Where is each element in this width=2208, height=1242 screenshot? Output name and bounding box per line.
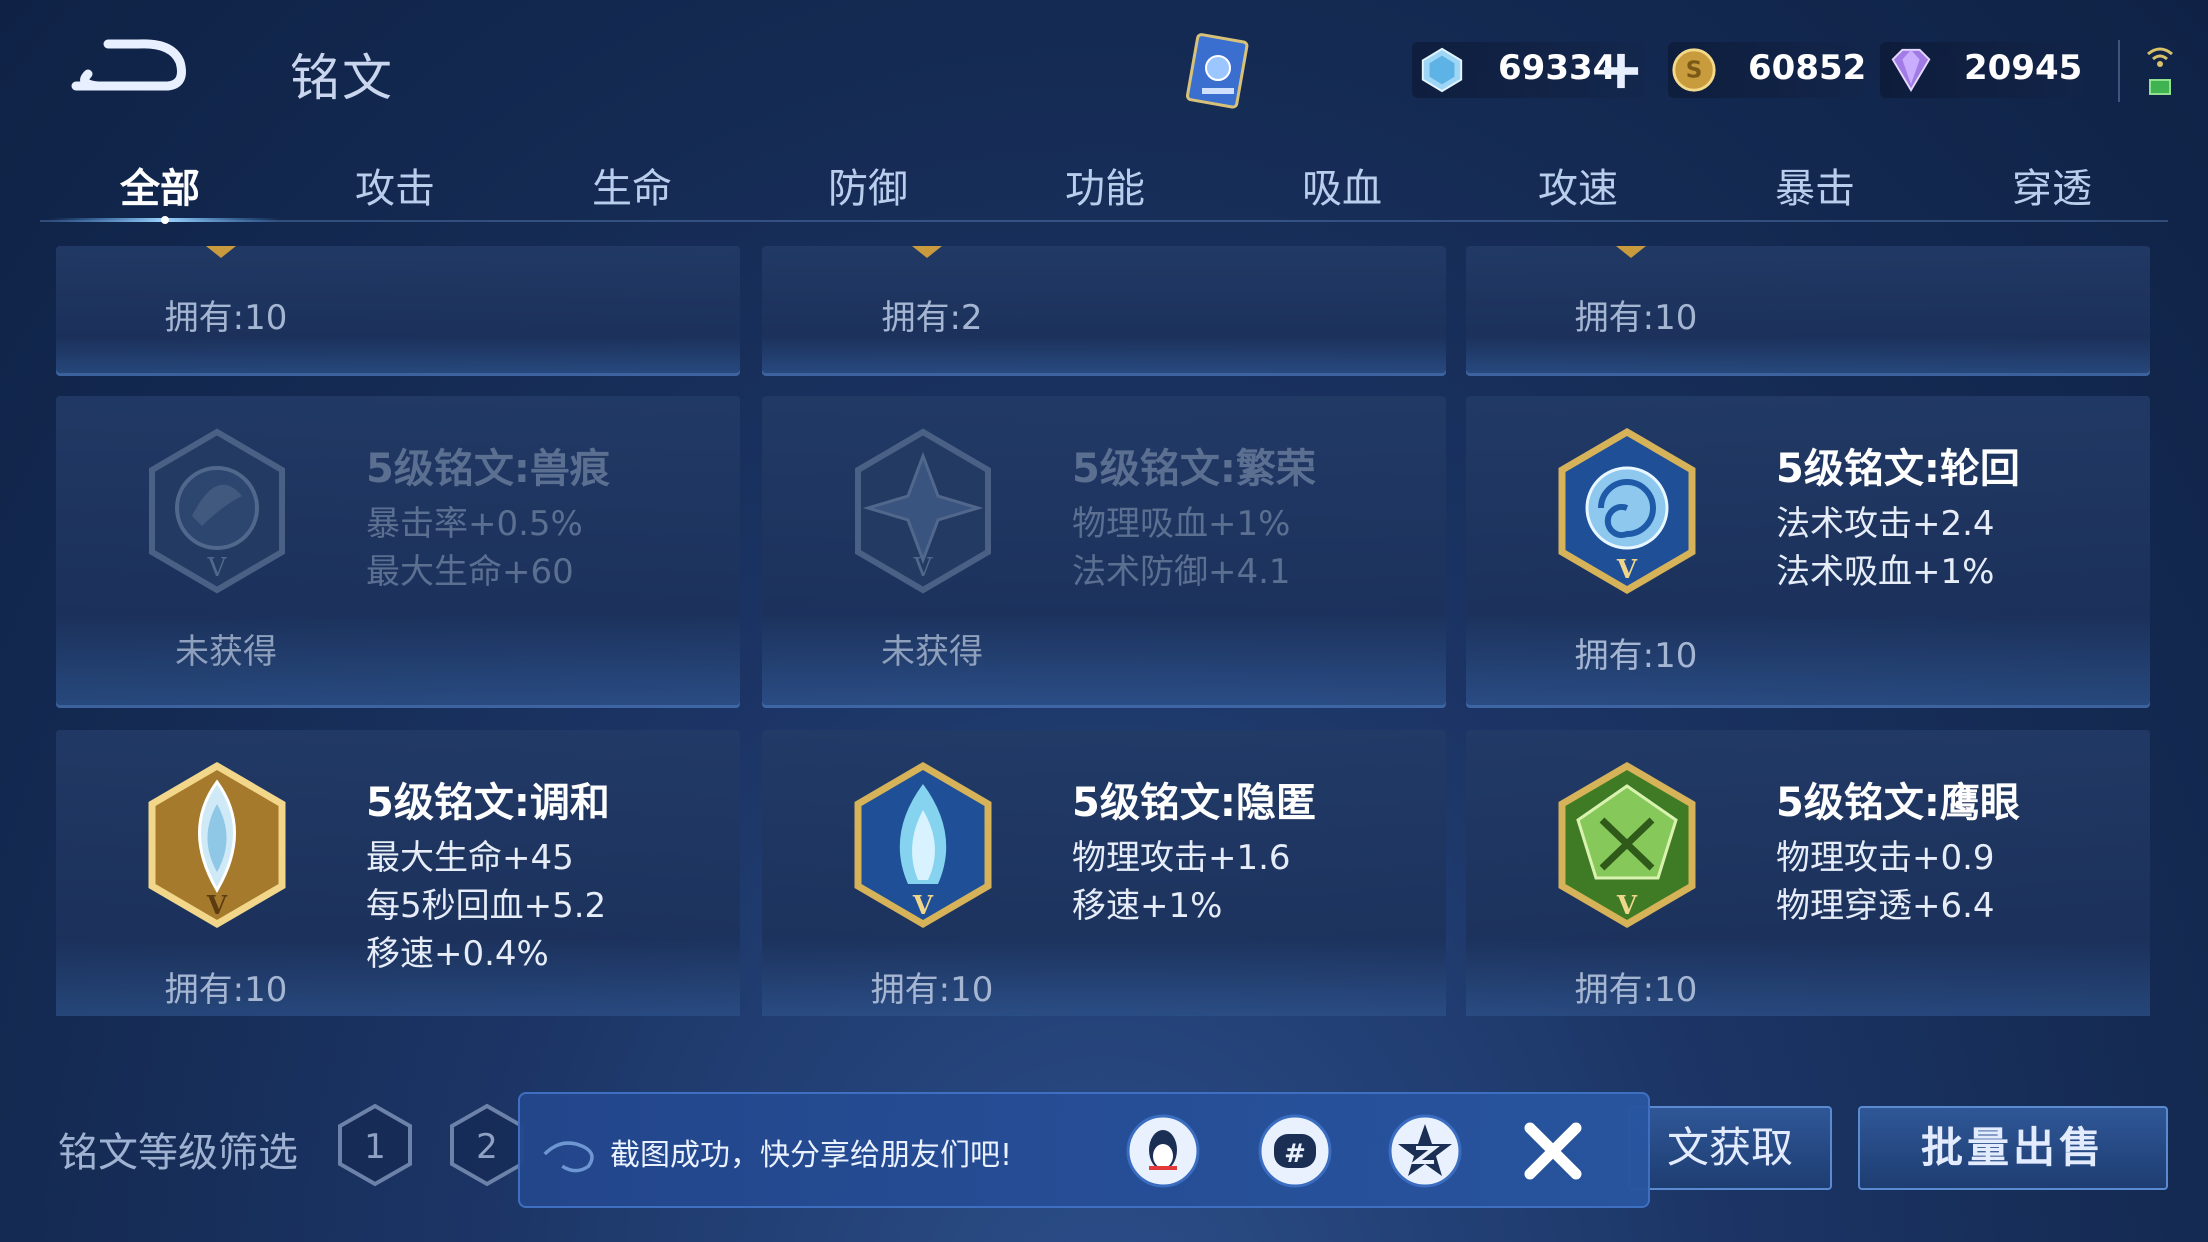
tab-attack-speed[interactable]: 攻速 bbox=[1478, 156, 1678, 214]
inscription-attr: 每5秒回血+5.2 bbox=[366, 886, 607, 926]
inscription-name: 5级铭文:隐匿 bbox=[1072, 780, 1316, 826]
gem-counter: 20945 bbox=[1880, 42, 2084, 98]
inscription-attr: 物理攻击+0.9 bbox=[1776, 838, 1995, 878]
svg-text:V: V bbox=[913, 553, 934, 583]
inscription-card-yingyan[interactable]: V 5级铭文:鹰眼 物理攻击+0.9 物理穿透+6.4 拥有:10 bbox=[1466, 730, 2150, 1016]
inscription-name: 5级铭文:繁荣 bbox=[1072, 446, 1316, 492]
add-currency-icon[interactable] bbox=[1602, 52, 1640, 90]
diamond-counter: 69334 bbox=[1412, 42, 1644, 98]
svg-text:V: V bbox=[206, 891, 228, 921]
owned-count: 拥有:2 bbox=[881, 298, 983, 338]
inscription-name: 5级铭文:兽痕 bbox=[366, 446, 610, 492]
inscription-card[interactable]: 拥有:2 bbox=[762, 246, 1446, 376]
inscription-name: 5级铭文:轮回 bbox=[1776, 446, 2020, 492]
inscription-card-tiaohe[interactable]: V 5级铭文:调和 最大生命+45 每5秒回血+5.2 移速+0.4% 拥有:1… bbox=[56, 730, 740, 1016]
bulk-sell-button[interactable]: 批量出售 bbox=[1858, 1106, 2168, 1190]
inscription-attr: 暴击率+0.5% bbox=[366, 504, 583, 544]
network-battery-icon bbox=[2147, 47, 2173, 95]
toast-message: 截图成功，快分享给朋友们吧! bbox=[610, 1138, 1013, 1173]
inscription-icon-fanrong: V bbox=[855, 428, 991, 594]
inscription-attr: 法术吸血+1% bbox=[1776, 552, 1995, 592]
inscription-attr: 物理吸血+1% bbox=[1072, 504, 1291, 544]
tab-critical[interactable]: 暴击 bbox=[1715, 156, 1915, 214]
diamond-value: 69334 bbox=[1498, 48, 1617, 88]
inscription-card-lunhui[interactable]: V 5级铭文:轮回 法术攻击+2.4 法术吸血+1% 拥有:10 bbox=[1466, 396, 2150, 708]
inscription-card-shouhen[interactable]: V 5级铭文:兽痕 暴击率+0.5% 最大生命+60 未获得 bbox=[56, 396, 740, 708]
tab-attack[interactable]: 攻击 bbox=[295, 156, 495, 214]
crystal-icon bbox=[1421, 47, 1463, 93]
qzone-icon[interactable] bbox=[1386, 1112, 1464, 1190]
owned-count: 拥有:10 bbox=[870, 970, 994, 1010]
category-tabs: 全部 攻击 生命 防御 功能 吸血 攻速 暴击 穿透 bbox=[40, 150, 2168, 230]
inscription-icon-yinni: V bbox=[854, 761, 992, 929]
tab-defense[interactable]: 防御 bbox=[768, 156, 968, 214]
tab-penetration[interactable]: 穿透 bbox=[1952, 156, 2152, 214]
active-tab-indicator bbox=[50, 216, 280, 224]
inscription-icon bbox=[206, 246, 236, 258]
inscription-attr: 物理穿透+6.4 bbox=[1776, 886, 1995, 926]
inscription-attr: 最大生命+60 bbox=[366, 552, 574, 592]
inscription-attr: 物理攻击+1.6 bbox=[1072, 838, 1291, 878]
back-arrow-icon[interactable] bbox=[68, 34, 188, 96]
inscription-attr: 最大生命+45 bbox=[366, 838, 574, 878]
svg-text:#: # bbox=[1284, 1139, 1306, 1169]
header-divider bbox=[2118, 40, 2120, 102]
purple-gem-icon bbox=[1891, 48, 1931, 93]
screenshot-share-toast: 截图成功，快分享给朋友们吧! # bbox=[518, 1092, 1650, 1208]
owned-count: 拥有:10 bbox=[164, 970, 288, 1010]
inscription-icon-tiaohe: V bbox=[148, 761, 286, 929]
gold-value: 60852 bbox=[1748, 48, 1867, 88]
inscription-card[interactable]: 拥有:10 bbox=[1466, 246, 2150, 376]
inscription-name: 5级铭文:鹰眼 bbox=[1776, 780, 2020, 826]
inscription-icon bbox=[1616, 246, 1646, 258]
owned-status: 未获得 bbox=[175, 632, 277, 672]
inscription-icon-yingyan: V bbox=[1558, 761, 1696, 929]
inscription-attr: 法术攻击+2.4 bbox=[1776, 504, 1995, 544]
get-inscription-button[interactable]: 文获取 bbox=[1628, 1106, 1832, 1190]
svg-text:S: S bbox=[1686, 58, 1703, 84]
svg-text:V: V bbox=[912, 891, 934, 921]
owned-count: 拥有:10 bbox=[1574, 298, 1698, 338]
inscription-name: 5级铭文:调和 bbox=[366, 780, 610, 826]
level-filter-1[interactable]: 1 bbox=[336, 1102, 414, 1188]
inscription-icon bbox=[912, 246, 942, 258]
level-filter-2[interactable]: 2 bbox=[448, 1102, 526, 1188]
wechat-moments-icon[interactable]: # bbox=[1256, 1112, 1334, 1190]
inscription-attr: 移速+1% bbox=[1072, 886, 1223, 926]
inscription-card[interactable]: 拥有:10 bbox=[56, 246, 740, 376]
inscription-card-fanrong[interactable]: V 5级铭文:繁荣 物理吸血+1% 法术防御+4.1 未获得 bbox=[762, 396, 1446, 708]
inscription-icon-lunhui: V bbox=[1558, 427, 1696, 595]
inscription-card-yinni[interactable]: V 5级铭文:隐匿 物理攻击+1.6 移速+1% 拥有:10 bbox=[762, 730, 1446, 1016]
gold-coin-icon: S bbox=[1672, 48, 1716, 92]
gem-value: 20945 bbox=[1964, 48, 2083, 88]
level-filter-label: 铭文等级筛选 bbox=[58, 1130, 298, 1176]
tab-all[interactable]: 全部 bbox=[60, 156, 260, 214]
tab-health[interactable]: 生命 bbox=[532, 156, 732, 214]
tab-function[interactable]: 功能 bbox=[1005, 156, 1205, 214]
close-icon[interactable] bbox=[1518, 1116, 1588, 1186]
owned-count: 拥有:10 bbox=[164, 298, 288, 338]
top-bar: 铭文 69334 S 60852 20945 bbox=[0, 0, 2208, 140]
gold-counter: S 60852 bbox=[1668, 42, 1867, 98]
page-title: 铭文 bbox=[290, 49, 394, 107]
svg-text:V: V bbox=[1616, 555, 1638, 585]
inscription-attr: 法术防御+4.1 bbox=[1072, 552, 1291, 592]
level-2-label: 2 bbox=[476, 1127, 498, 1167]
inscription-icon-shouhen: V bbox=[149, 428, 285, 594]
inscription-book-icon[interactable] bbox=[1178, 30, 1258, 114]
owned-status: 未获得 bbox=[881, 632, 983, 672]
tab-lifesteal[interactable]: 吸血 bbox=[1242, 156, 1442, 214]
inscription-grid: 拥有:10 拥有:2 拥有:10 V 5级铭文:兽痕 暴击率+0.5% 最大生命… bbox=[56, 246, 2152, 1016]
svg-text:V: V bbox=[207, 553, 228, 583]
svg-text:V: V bbox=[1616, 891, 1638, 921]
owned-count: 拥有:10 bbox=[1574, 970, 1698, 1010]
swirl-decoration-icon bbox=[543, 1141, 594, 1173]
owned-count: 拥有:10 bbox=[1574, 636, 1698, 676]
qq-icon[interactable] bbox=[1124, 1112, 1202, 1190]
tab-baseline bbox=[40, 220, 2168, 222]
level-1-label: 1 bbox=[364, 1127, 386, 1167]
